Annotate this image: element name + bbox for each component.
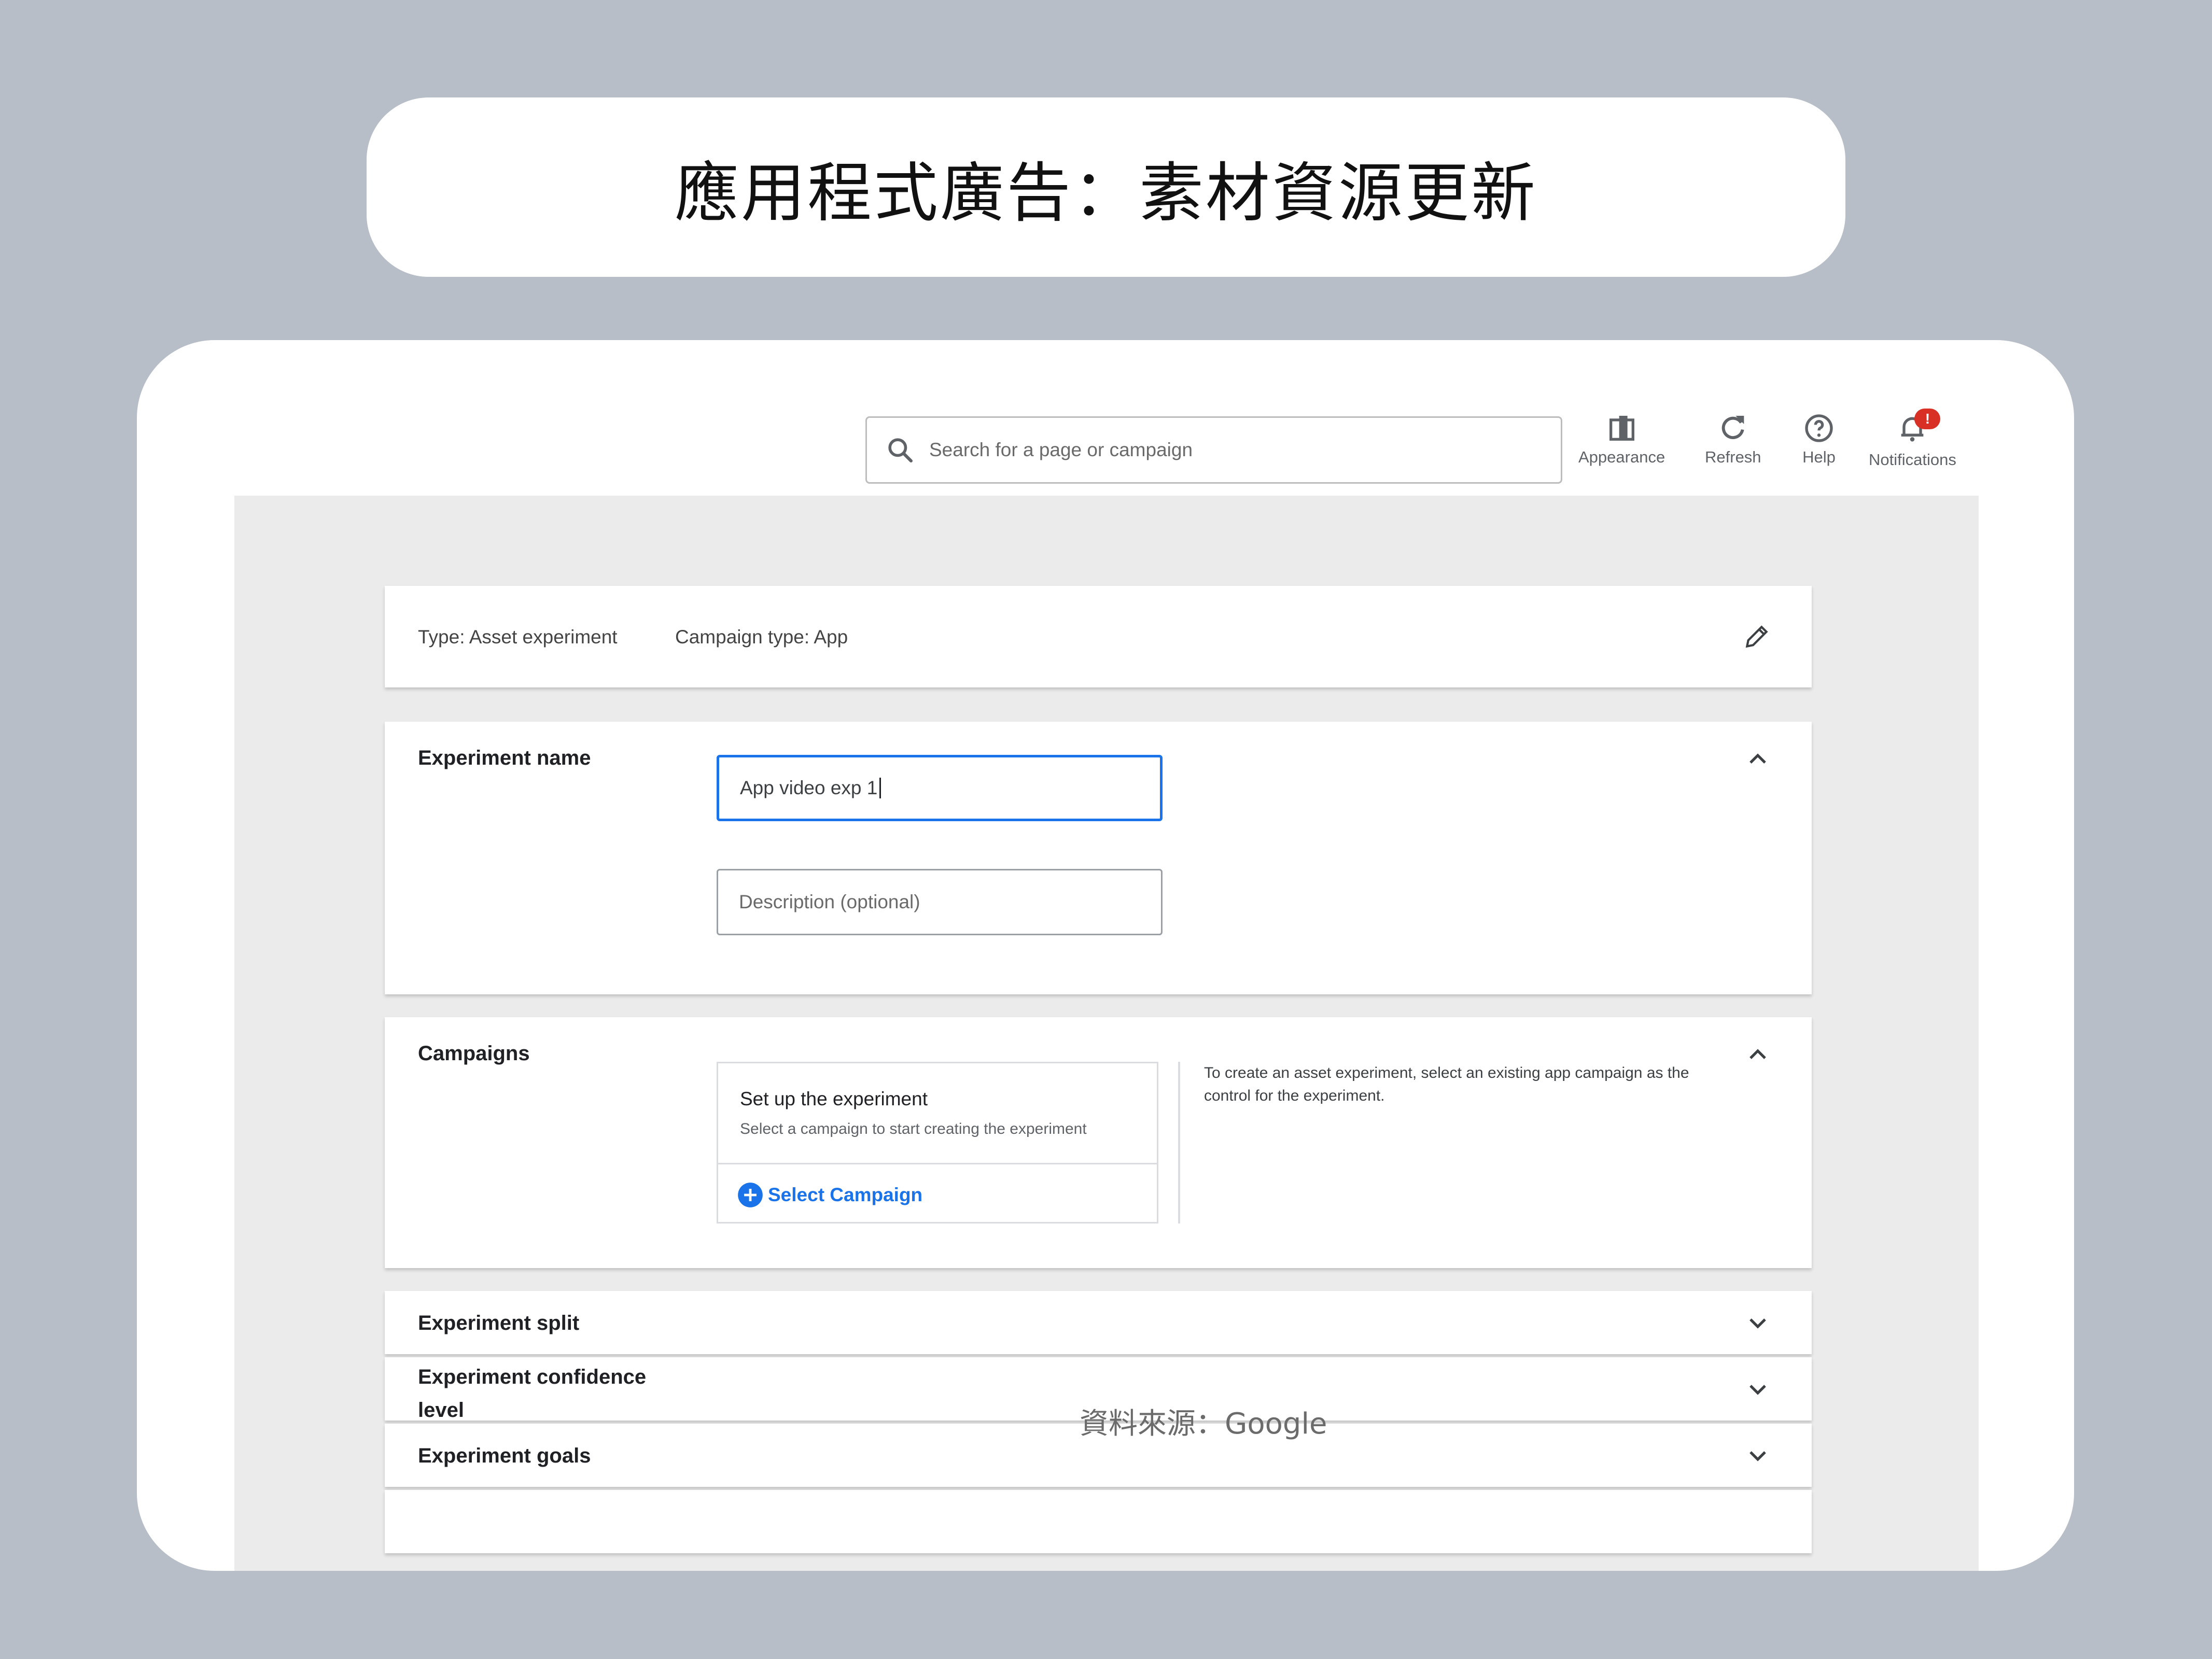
setup-title: Set up the experiment: [740, 1088, 928, 1109]
appearance-button[interactable]: Appearance: [1578, 412, 1665, 467]
refresh-icon: [1722, 416, 1744, 439]
experiment-name-panel: Experiment name App video exp 1 Descript…: [385, 722, 1812, 994]
title-banner: 應用程式廣告：素材資源更新: [367, 97, 1845, 277]
campaign-type: Campaign type: App: [675, 626, 848, 648]
refresh-label: Refresh: [1705, 448, 1761, 466]
setup-experiment-box: Set up the experiment Select a campaign …: [717, 1062, 1158, 1224]
setup-subtitle: Select a campaign to start creating the …: [740, 1120, 1087, 1137]
summary-panel: Type: Asset experiment Campaign type: Ap…: [385, 586, 1812, 687]
appearance-label: Appearance: [1578, 448, 1665, 466]
screenshot-card: Search for a page or campaign Appearance…: [137, 340, 2074, 1571]
description-placeholder: Description (optional): [739, 891, 920, 912]
source-caption: 資料來源：Google: [1080, 1407, 1327, 1441]
experiment-name-label: Experiment name: [418, 747, 591, 769]
search-placeholder: Search for a page or campaign: [929, 439, 1193, 460]
content-area: Type: Asset experiment Campaign type: Ap…: [234, 496, 1979, 1571]
section-label: Experiment split: [418, 1312, 580, 1334]
chevron-down-icon[interactable]: [1743, 1309, 1772, 1338]
chevron-up-icon[interactable]: [1743, 1040, 1772, 1069]
search-icon: [888, 438, 913, 463]
campaigns-panel: Campaigns Set up the experiment Select a…: [385, 1017, 1812, 1268]
vertical-divider: [1178, 1062, 1180, 1224]
experiment-type: Type: Asset experiment: [418, 626, 618, 648]
next-section: [385, 1490, 1812, 1553]
campaigns-label: Campaigns: [418, 1042, 530, 1065]
appearance-icon: [1609, 416, 1634, 441]
campaigns-help-text: To create an asset experiment, select an…: [1204, 1064, 1689, 1104]
edit-pencil-icon[interactable]: [1742, 622, 1771, 651]
help-button[interactable]: Help: [1802, 412, 1836, 467]
chevron-down-icon[interactable]: [1743, 1441, 1772, 1470]
add-circle-icon: [738, 1183, 763, 1207]
section-label: Experiment goals: [418, 1444, 591, 1467]
experiment-name-value: App video exp 1: [740, 777, 878, 798]
chevron-down-icon[interactable]: [1743, 1375, 1772, 1404]
section-label: Experiment confidence level: [418, 1366, 647, 1422]
notification-badge: !: [1914, 409, 1941, 429]
notifications-label: Notifications: [1869, 451, 1956, 469]
chevron-up-icon[interactable]: [1743, 744, 1772, 774]
divider: [718, 1163, 1157, 1164]
help-icon: [1805, 414, 1833, 442]
refresh-button[interactable]: Refresh: [1705, 412, 1761, 467]
text-cursor: [879, 778, 881, 798]
select-campaign-label: Select Campaign: [768, 1184, 923, 1205]
description-input[interactable]: Description (optional): [717, 869, 1163, 935]
experiment-split-section[interactable]: Experiment split: [385, 1291, 1812, 1354]
notifications-button[interactable]: ! Notifications: [1869, 409, 1956, 469]
help-label: Help: [1802, 448, 1836, 466]
experiment-name-input[interactable]: App video exp 1: [717, 755, 1163, 821]
search-input[interactable]: Search for a page or campaign: [865, 416, 1562, 484]
page-title: 應用程式廣告：素材資源更新: [674, 156, 1537, 231]
select-campaign-button[interactable]: Select Campaign: [737, 1182, 922, 1208]
